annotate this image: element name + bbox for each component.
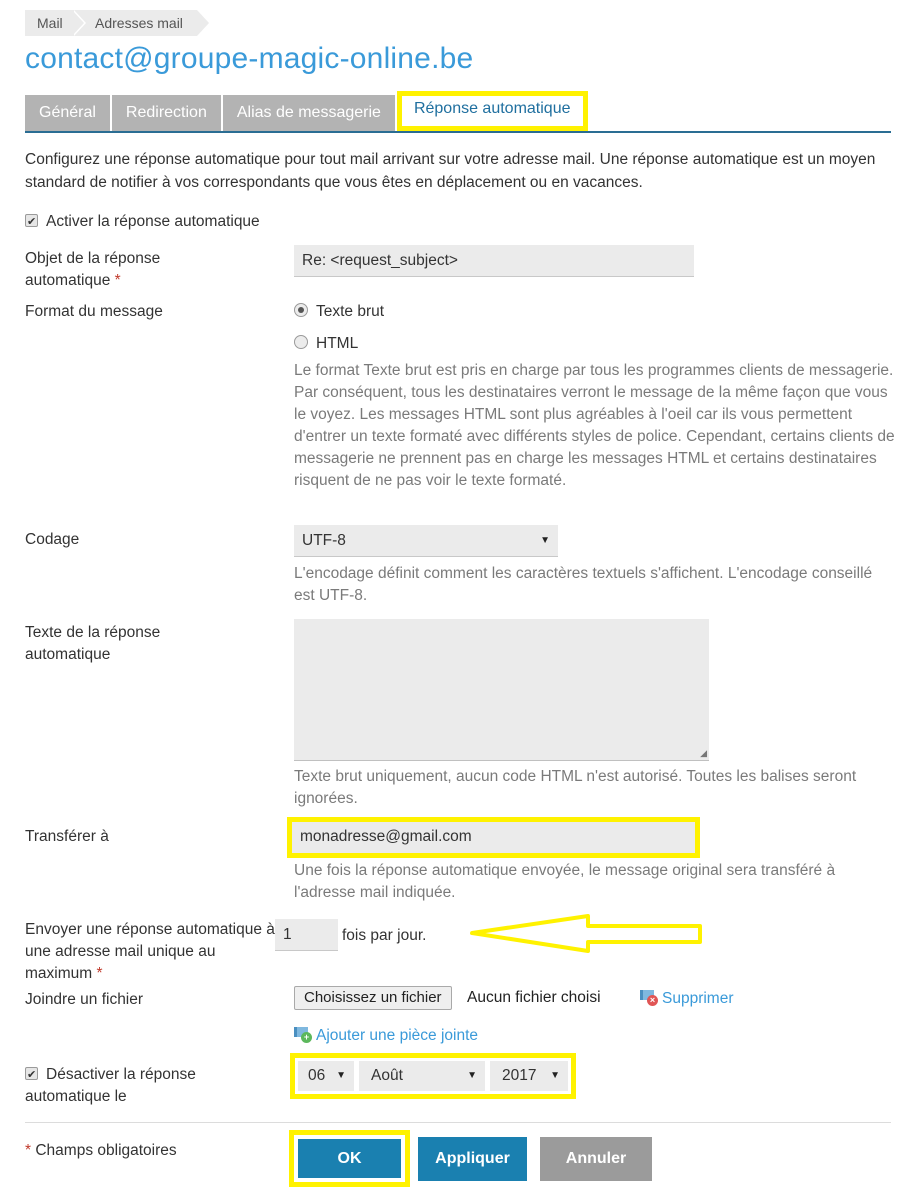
frequency-suffix: fois par jour.: [342, 927, 427, 944]
forward-label: Transférer à: [25, 828, 109, 845]
year-select[interactable]: 2017 ▼: [490, 1061, 568, 1091]
html-label: HTML: [316, 335, 359, 352]
tab-underline: [25, 131, 891, 133]
intro-text: Configurez une réponse automatique pour …: [25, 151, 876, 191]
add-file-icon: +: [294, 1026, 312, 1043]
apply-button[interactable]: Appliquer: [418, 1137, 527, 1181]
required-mark: *: [96, 965, 103, 982]
plain-text-radio[interactable]: [294, 303, 308, 317]
attachment-label: Joindre un fichier: [25, 991, 144, 1008]
plain-text-label: Texte brut: [316, 303, 385, 320]
deactivate-row[interactable]: Désactiver la réponse automatique le: [25, 1064, 245, 1108]
breadcrumb-separator-arrow: [72, 10, 84, 36]
format-plain-text-option[interactable]: Texte brut: [294, 301, 384, 323]
footer-divider: [25, 1122, 891, 1123]
enable-auto-reply-row[interactable]: Activer la réponse automatique: [25, 211, 275, 233]
month-select[interactable]: Août ▼: [359, 1061, 485, 1091]
body-label: Texte de la réponse automatique: [25, 624, 161, 663]
chevron-down-icon: ▼: [540, 535, 550, 546]
tab-redirection[interactable]: Redirection: [111, 95, 221, 131]
tab-auto-reply[interactable]: Réponse automatique: [396, 91, 588, 131]
day-value: 06: [308, 1067, 326, 1084]
remove-attachment-link[interactable]: × Supprimer: [640, 988, 734, 1010]
day-select[interactable]: 06 ▼: [298, 1061, 354, 1091]
breadcrumb-item-addresses[interactable]: Adresses mail: [85, 10, 209, 36]
chevron-down-icon: ▼: [336, 1070, 346, 1081]
html-radio[interactable]: [294, 335, 308, 349]
breadcrumb-addresses-link[interactable]: Adresses mail: [95, 15, 183, 31]
remove-file-icon: ×: [640, 989, 658, 1006]
encoding-value: UTF-8: [302, 532, 346, 549]
forward-help-text: Une fois la réponse automatique envoyée,…: [294, 862, 836, 901]
add-attachment-link[interactable]: + Ajouter une pièce jointe: [294, 1025, 478, 1047]
encoding-label: Codage: [25, 531, 80, 548]
body-textarea[interactable]: ◢: [294, 619, 709, 761]
enable-auto-reply-checkbox[interactable]: [25, 211, 38, 233]
format-label: Format du message: [25, 303, 163, 320]
encoding-help-text: L'encodage définit comment les caractère…: [294, 565, 873, 604]
encoding-select[interactable]: UTF-8 ▼: [294, 525, 558, 557]
deactivate-label: Désactiver la réponse automatique le: [25, 1066, 196, 1105]
format-html-option[interactable]: HTML: [294, 333, 358, 355]
enable-auto-reply-label: Activer la réponse automatique: [46, 213, 260, 230]
remove-attachment-text[interactable]: Supprimer: [662, 990, 734, 1007]
tab-general[interactable]: Général: [25, 95, 110, 131]
file-status: Aucun fichier choisi: [467, 989, 601, 1006]
tab-mail-alias[interactable]: Alias de messagerie: [222, 95, 395, 131]
choose-file-button[interactable]: Choisissez un fichier: [294, 986, 452, 1010]
format-help-text: Le format Texte brut est pris en charge …: [294, 362, 895, 489]
required-fields-text: Champs obligatoires: [35, 1142, 177, 1159]
ok-button[interactable]: OK: [298, 1139, 401, 1178]
add-attachment-text[interactable]: Ajouter une pièce jointe: [316, 1027, 478, 1044]
chevron-down-icon: ▼: [550, 1070, 560, 1081]
required-mark: *: [114, 272, 121, 289]
required-fields-note: * Champs obligatoires: [25, 1140, 275, 1162]
forward-input[interactable]: monadresse@gmail.com: [292, 822, 695, 853]
body-help-text: Texte brut uniquement, aucun code HTML n…: [294, 768, 857, 807]
frequency-input[interactable]: 1: [275, 919, 338, 951]
yellow-arrow-annotation-icon: [470, 914, 702, 953]
subject-label: Objet de la réponse automatique *: [25, 248, 225, 292]
tab-bar: Général Redirection Alias de messagerie …: [25, 91, 590, 131]
required-mark: *: [25, 1142, 32, 1159]
year-value: 2017: [502, 1067, 537, 1084]
deactivate-checkbox[interactable]: [25, 1064, 38, 1086]
subject-input[interactable]: Re: <request_subject>: [294, 245, 694, 277]
page-title: contact@groupe-magic-online.be: [25, 42, 474, 75]
cancel-button[interactable]: Annuler: [540, 1137, 652, 1181]
frequency-label-text: Envoyer une réponse automatique à une ad…: [25, 921, 275, 982]
month-value: Août: [371, 1067, 403, 1084]
chevron-down-icon: ▼: [467, 1070, 477, 1081]
frequency-label: Envoyer une réponse automatique à une ad…: [25, 919, 275, 985]
subject-label-text: Objet de la réponse automatique: [25, 250, 161, 289]
breadcrumb-mail-link[interactable]: Mail: [37, 15, 63, 31]
resize-handle-icon[interactable]: ◢: [700, 748, 707, 759]
